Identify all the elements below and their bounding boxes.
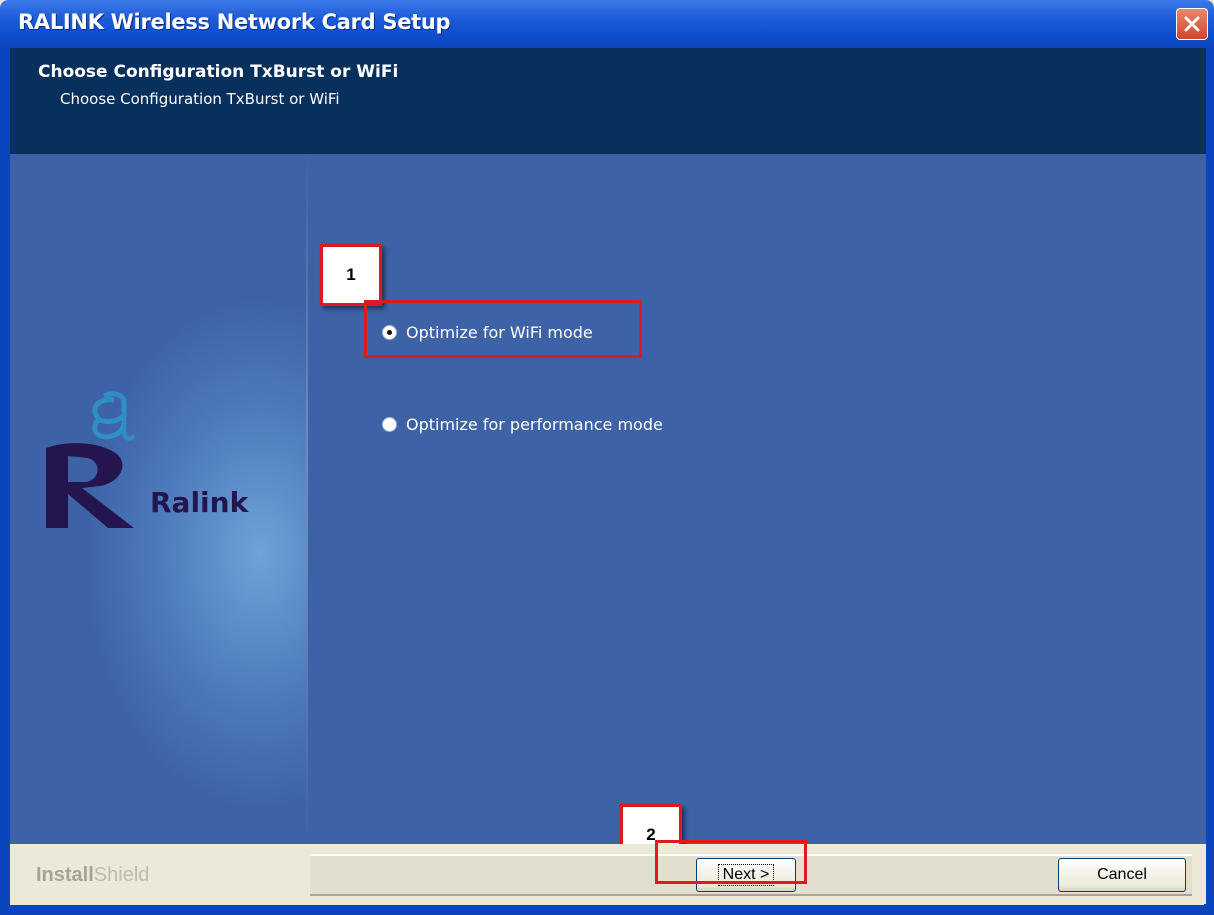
setup-window: RALINK Wireless Network Card Setup Choos… [0,0,1214,915]
window-frame-left [0,48,10,915]
installshield-bold: Install [36,864,94,886]
header-title: Choose Configuration TxBurst or WiFi [38,62,399,82]
annotation-badge-2: 2 [620,804,682,844]
close-icon [1184,16,1200,32]
window-frame-bottom [0,905,1214,915]
header-subtitle: Choose Configuration TxBurst or WiFi [60,90,340,108]
wizard-body: Ralink 1 Optimize for WiFi mode Optimize… [10,154,1206,844]
installshield-logo: InstallShield [36,864,149,887]
cancel-button[interactable]: Cancel [1058,858,1186,892]
annotation-box-2 [655,840,807,884]
option-performance-mode[interactable]: Optimize for performance mode [382,415,663,434]
annotation-badge-1: 1 [320,244,382,306]
window-title: RALINK Wireless Network Card Setup [18,10,451,34]
wizard-footer: InstallShield Next > Cancel [10,844,1206,904]
installshield-light: Shield [93,864,150,886]
ralink-logo: Ralink [38,390,288,530]
option-wifi-mode[interactable]: Optimize for WiFi mode [382,323,593,342]
panel-divider [306,154,308,844]
logo-text: Ralink [150,486,249,519]
title-bar[interactable]: RALINK Wireless Network Card Setup [0,0,1214,48]
radio-wifi-mode[interactable] [382,325,397,340]
option-performance-label: Optimize for performance mode [406,415,663,434]
option-wifi-label: Optimize for WiFi mode [406,323,593,342]
radio-performance-mode[interactable] [382,417,397,432]
close-button[interactable] [1176,8,1208,40]
wizard-header: Choose Configuration TxBurst or WiFi Cho… [10,48,1206,154]
